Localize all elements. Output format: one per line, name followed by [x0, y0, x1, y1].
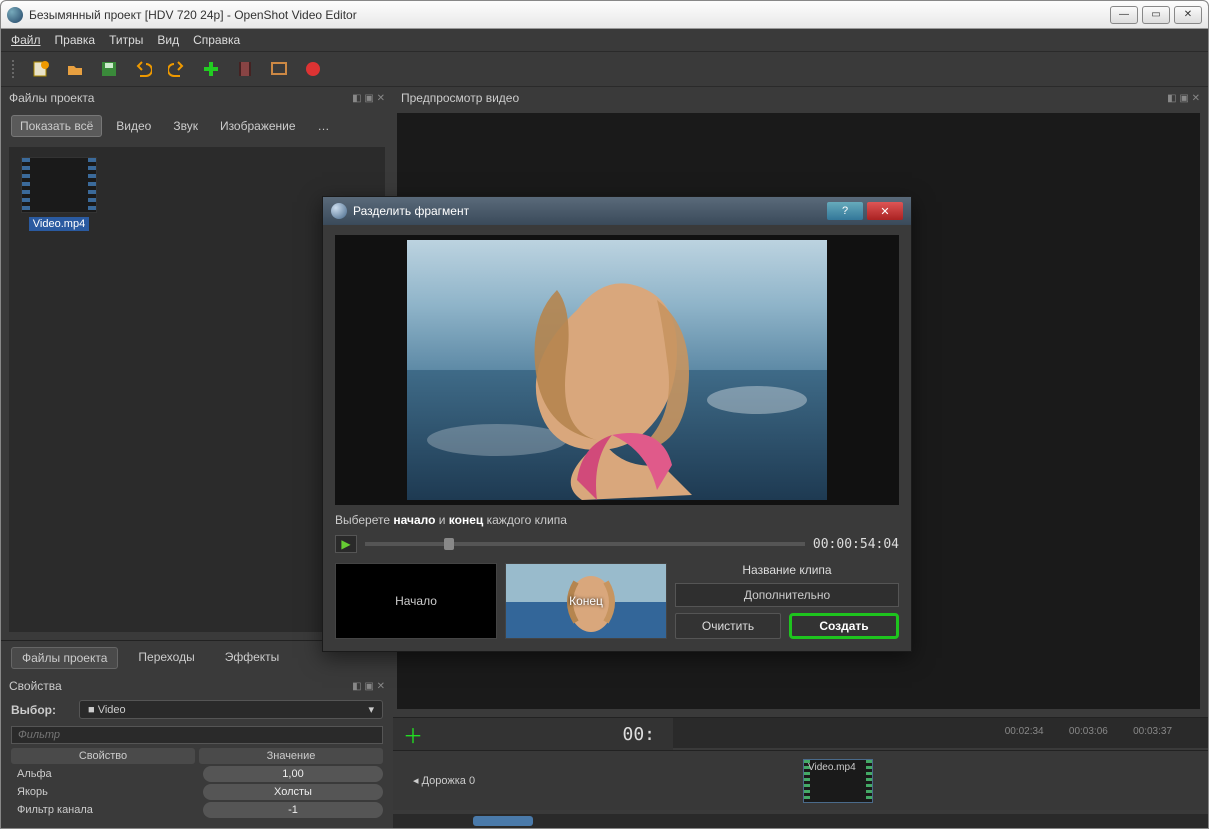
timeline: ＋ 00: 31 секунд 00:02:34 00:03:06 00:03:…: [393, 717, 1208, 828]
playhead-time: 00:: [614, 722, 663, 747]
file-thumbnail-icon: [21, 157, 97, 213]
dialog-help-button[interactable]: ?: [827, 202, 863, 220]
dialog-body: Выберете начало и конец каждого клипа ▶ …: [323, 225, 911, 651]
tab-project-files[interactable]: Файлы проекта: [11, 647, 118, 669]
filter-image[interactable]: Изображение: [212, 116, 304, 136]
project-files-header: Файлы проекта ◧ ▣ ✕: [1, 87, 393, 109]
timeline-clip[interactable]: Video.mp4: [803, 759, 873, 803]
toolbar: [1, 51, 1208, 87]
undo-icon[interactable]: [133, 59, 153, 79]
chevron-down-icon: ▾: [368, 703, 374, 716]
open-project-icon[interactable]: [65, 59, 85, 79]
scrollbar-thumb[interactable]: [473, 816, 533, 826]
properties-panel: Свойства ◧ ▣ ✕ Выбор: ■ Video ▾ Свойство…: [1, 675, 393, 828]
dialog-title: Разделить фрагмент: [353, 204, 469, 218]
dialog-app-icon: [331, 203, 347, 219]
filter-all[interactable]: Показать всё: [11, 115, 102, 137]
file-name: Video.mp4: [29, 217, 89, 231]
menu-help[interactable]: Справка: [193, 33, 240, 47]
maximize-button[interactable]: ▭: [1142, 6, 1170, 24]
menu-edit[interactable]: Правка: [55, 33, 96, 47]
dialog-close-button[interactable]: ✕: [867, 202, 903, 220]
save-project-icon[interactable]: [99, 59, 119, 79]
property-row: Альфа 1,00: [11, 766, 383, 782]
properties-header: Свойства ◧ ▣ ✕: [1, 675, 393, 697]
panel-controls[interactable]: ◧ ▣ ✕: [352, 681, 385, 692]
preview-title: Предпросмотр видео: [401, 91, 519, 105]
panel-controls[interactable]: ◧ ▣ ✕: [1167, 93, 1200, 104]
minimize-button[interactable]: —: [1110, 6, 1138, 24]
panel-controls[interactable]: ◧ ▣ ✕: [352, 93, 385, 104]
tab-effects[interactable]: Эффекты: [215, 647, 290, 669]
filter-video[interactable]: Видео: [108, 116, 159, 136]
project-files-title: Файлы проекта: [9, 91, 94, 105]
property-row: Фильтр канала -1: [11, 802, 383, 818]
titlebar: Безымянный проект [HDV 720 24p] - OpenSh…: [1, 1, 1208, 29]
file-item[interactable]: Video.mp4: [19, 157, 99, 231]
create-button[interactable]: Создать: [789, 613, 899, 639]
clip-select[interactable]: ■ Video ▾: [79, 700, 383, 719]
dialog-titlebar[interactable]: Разделить фрагмент ? ✕: [323, 197, 911, 225]
col-value: Значение: [199, 748, 383, 764]
timeline-ruler[interactable]: 00:02:34 00:03:06 00:03:37: [673, 718, 1208, 748]
col-property: Свойство: [11, 748, 195, 764]
dialog-instruction: Выберете начало и конец каждого клипа: [335, 513, 899, 527]
filter-audio[interactable]: Звук: [165, 116, 206, 136]
export-icon[interactable]: [303, 59, 323, 79]
clip-name-label: Название клипа: [675, 563, 899, 577]
property-row: Якорь Холсты: [11, 784, 383, 800]
add-track-button[interactable]: ＋: [403, 720, 423, 749]
preview-header: Предпросмотр видео ◧ ▣ ✕: [393, 87, 1208, 109]
film-strip-icon[interactable]: [235, 59, 255, 79]
start-thumbnail[interactable]: Начало: [335, 563, 497, 639]
filter-more[interactable]: …: [310, 116, 338, 136]
timeline-track[interactable]: ◂ Дорожка 0 Video.mp4: [393, 750, 1208, 810]
dialog-seek-row: ▶ 00:00:54:04: [335, 535, 899, 553]
advanced-button[interactable]: Дополнительно: [675, 583, 899, 607]
new-project-icon[interactable]: [31, 59, 51, 79]
dialog-time: 00:00:54:04: [813, 537, 899, 552]
project-filter-tabs: Показать всё Видео Звук Изображение …: [1, 109, 393, 143]
property-filter-input[interactable]: [11, 726, 383, 744]
close-button[interactable]: ✕: [1174, 6, 1202, 24]
import-icon[interactable]: [201, 59, 221, 79]
select-label: Выбор:: [11, 703, 71, 717]
split-clip-dialog: Разделить фрагмент ? ✕: [322, 196, 912, 652]
preview-frame-image: [407, 240, 827, 500]
clear-button[interactable]: Очистить: [675, 613, 781, 639]
app-icon: [7, 7, 23, 23]
menu-view[interactable]: Вид: [157, 33, 179, 47]
window-title: Безымянный проект [HDV 720 24p] - OpenSh…: [29, 8, 1106, 22]
track-name: Дорожка 0: [422, 775, 476, 787]
dialog-play-button[interactable]: ▶: [335, 535, 357, 553]
toolbar-grip: [11, 59, 15, 79]
seek-thumb[interactable]: [444, 538, 454, 550]
properties-title: Свойства: [9, 679, 62, 693]
menu-titles[interactable]: Титры: [109, 33, 143, 47]
menu-file[interactable]: Файл: [11, 33, 41, 47]
fullscreen-icon[interactable]: [269, 59, 289, 79]
timeline-scrollbar[interactable]: [393, 814, 1208, 828]
dialog-preview: [335, 235, 899, 505]
properties-grid: Свойство Значение Альфа 1,00 Якорь Холст…: [1, 748, 393, 828]
dialog-seek-slider[interactable]: [365, 542, 805, 546]
redo-icon[interactable]: [167, 59, 187, 79]
menubar: Файл Правка Титры Вид Справка: [1, 29, 1208, 51]
end-thumbnail[interactable]: Конец: [505, 563, 667, 639]
tab-transitions[interactable]: Переходы: [128, 647, 204, 669]
